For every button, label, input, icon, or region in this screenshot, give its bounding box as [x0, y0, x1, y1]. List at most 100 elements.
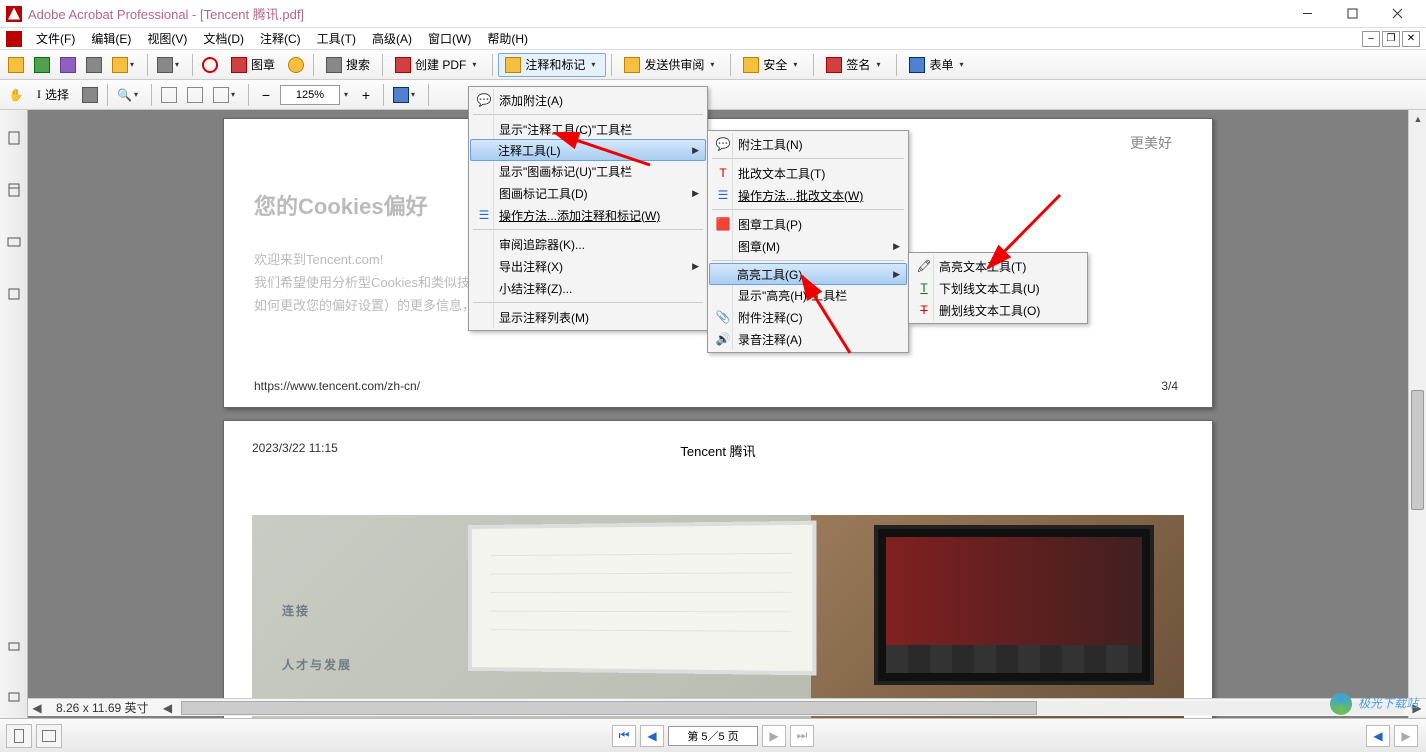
- two-page-button[interactable]: [36, 724, 62, 748]
- menu-highlight-text-tool[interactable]: 🖍高亮文本工具(T): [911, 255, 1085, 277]
- separator: [151, 84, 152, 106]
- hscroll-thumb[interactable]: [181, 701, 1037, 715]
- vertical-scrollbar[interactable]: ▲ ▼: [1408, 110, 1426, 718]
- menu-export[interactable]: 导出注释(X)▶: [471, 255, 705, 277]
- attach-button[interactable]: ▾: [153, 53, 187, 77]
- close-button[interactable]: [1375, 1, 1420, 27]
- menu-note-tool[interactable]: 💬附注工具(N): [710, 133, 906, 155]
- menu-help[interactable]: 帮助(H): [479, 28, 536, 49]
- menu-document[interactable]: 文档(D): [195, 28, 252, 49]
- menu-edit[interactable]: 编辑(E): [83, 28, 139, 49]
- scroll-thumb[interactable]: [1411, 390, 1424, 510]
- select-tool-button[interactable]: I选择: [30, 83, 76, 107]
- status-bar: ⏮ ◀ ▶ ⏭ ◀ ▶: [0, 718, 1426, 752]
- last-page-button[interactable]: ⏭: [790, 725, 814, 747]
- forms-button[interactable]: 表单▾: [902, 53, 974, 77]
- comments-tab[interactable]: [4, 678, 24, 718]
- pdf-page-5: 2023/3/22 11:15 Tencent 腾讯 连接人才与发展 激发活力，…: [223, 420, 1213, 718]
- fit-page-button[interactable]: [157, 83, 181, 107]
- hand-tool-button[interactable]: ✋: [4, 83, 28, 107]
- page-number-input[interactable]: [668, 726, 758, 746]
- zoom-input[interactable]: [280, 85, 340, 105]
- single-page-button[interactable]: [6, 724, 32, 748]
- hscroll-right-button[interactable]: ▶: [1408, 701, 1426, 715]
- menu-comment-tools[interactable]: 注释工具(L)▶: [470, 139, 706, 161]
- first-page-button[interactable]: ⏮: [612, 725, 636, 747]
- page-footer-num: 3/4: [1161, 379, 1178, 393]
- zoom-in-button[interactable]: +: [354, 83, 378, 107]
- menu-show-highlight-bar[interactable]: 显示"高亮(H)"工具栏: [710, 284, 906, 306]
- create-pdf-button[interactable]: 创建 PDF▾: [388, 53, 487, 77]
- mdi-min-button[interactable]: –: [1362, 31, 1380, 47]
- zoom-dropdown[interactable]: ▾: [344, 90, 352, 99]
- menu-underline-text-tool[interactable]: T下划线文本工具(U): [911, 277, 1085, 299]
- prev-view-button[interactable]: ◀: [1366, 725, 1390, 747]
- menu-attach-comment[interactable]: 📎附件注释(C): [710, 306, 906, 328]
- menu-comments[interactable]: 注释(C): [252, 28, 309, 49]
- save-button[interactable]: [56, 53, 80, 77]
- menu-stamps[interactable]: 图章(M)▶: [710, 235, 906, 257]
- menu-howto[interactable]: ☰操作方法...添加注释和标记(W): [471, 204, 705, 226]
- zoom-out-button[interactable]: −: [254, 83, 278, 107]
- hscroll-inner-left[interactable]: ◀: [159, 701, 177, 715]
- bookmarks-tab[interactable]: [4, 170, 24, 210]
- menu-tools[interactable]: 工具(T): [309, 28, 364, 49]
- minus-icon: −: [262, 87, 270, 103]
- menu-view[interactable]: 视图(V): [139, 28, 195, 49]
- print-button[interactable]: [82, 53, 106, 77]
- next-view-button[interactable]: ▶: [1394, 725, 1418, 747]
- menu-window[interactable]: 窗口(W): [420, 28, 479, 49]
- hscroll-left-button[interactable]: ◀: [28, 701, 46, 715]
- rotate-button[interactable]: ▾: [389, 83, 423, 107]
- menu-stamp-tool[interactable]: 🟥图章工具(P): [710, 213, 906, 235]
- separator: [192, 54, 193, 76]
- menu-howto-edit[interactable]: ☰操作方法...批改文本(W): [710, 184, 906, 206]
- scroll-up-button[interactable]: ▲: [1409, 110, 1426, 128]
- menu-add-note[interactable]: 💬添加附注(A): [471, 89, 705, 111]
- mdi-restore-button[interactable]: ❐: [1382, 31, 1400, 47]
- open-button[interactable]: [4, 53, 28, 77]
- stamp-button[interactable]: 图章: [224, 53, 282, 77]
- security-button[interactable]: 安全▾: [736, 53, 808, 77]
- fit-width-button[interactable]: [183, 83, 207, 107]
- minimize-button[interactable]: [1285, 1, 1330, 27]
- hero-text: 连接人才与发展: [282, 575, 352, 683]
- menu-show-comment-toolbar[interactable]: 显示"注释工具(C)"工具栏: [471, 118, 705, 140]
- search-button[interactable]: 搜索: [319, 53, 377, 77]
- title-bar: Adobe Acrobat Professional - [Tencent 腾讯…: [0, 0, 1426, 28]
- zoom-tool-button[interactable]: 🔍▾: [113, 83, 146, 107]
- mdi-close-button[interactable]: ✕: [1402, 31, 1420, 47]
- security-label: 安全: [763, 56, 787, 73]
- rotate-icon: [393, 87, 409, 103]
- signatures-tab[interactable]: [4, 222, 24, 262]
- snapshot-button[interactable]: [78, 83, 102, 107]
- menu-highlight-tools[interactable]: 高亮工具(G)▶: [709, 263, 907, 285]
- email-button[interactable]: ▾: [108, 53, 142, 77]
- no-entry-button[interactable]: [198, 53, 222, 77]
- menu-summarize[interactable]: 小结注释(Z)...: [471, 277, 705, 299]
- menu-show-list[interactable]: 显示注释列表(M): [471, 306, 705, 328]
- prev-page-button[interactable]: ◀: [640, 725, 664, 747]
- scan-button[interactable]: [30, 53, 54, 77]
- menu-strikeout-text-tool[interactable]: T删划线文本工具(O): [911, 299, 1085, 321]
- pages-tab[interactable]: [4, 118, 24, 158]
- menu-drawing-tools[interactable]: 图画标记工具(D)▶: [471, 182, 705, 204]
- menu-edit-text-tool[interactable]: T批改文本工具(T): [710, 162, 906, 184]
- world-button[interactable]: [284, 53, 308, 77]
- sign-button[interactable]: 签名▾: [819, 53, 891, 77]
- menu-audio-comment[interactable]: 🔊录音注释(A): [710, 328, 906, 350]
- view-mode-button[interactable]: ▾: [209, 83, 243, 107]
- next-page-button[interactable]: ▶: [762, 725, 786, 747]
- menu-tracker[interactable]: 审阅追踪器(K)...: [471, 233, 705, 255]
- horizontal-scrollbar[interactable]: [181, 701, 1405, 715]
- menu-show-drawing-toolbar[interactable]: 显示"图画标记(U)"工具栏: [471, 160, 705, 182]
- hand-icon: ✋: [9, 88, 24, 102]
- comment-markup-button[interactable]: 注释和标记▾: [498, 53, 606, 77]
- menu-advanced[interactable]: 高级(A): [364, 28, 420, 49]
- send-review-button[interactable]: 发送供审阅▾: [617, 53, 725, 77]
- menu-file[interactable]: 文件(F): [28, 28, 83, 49]
- maximize-button[interactable]: [1330, 1, 1375, 27]
- separator: [383, 84, 384, 106]
- attachments-tab[interactable]: [4, 626, 24, 666]
- layers-tab[interactable]: [4, 274, 24, 314]
